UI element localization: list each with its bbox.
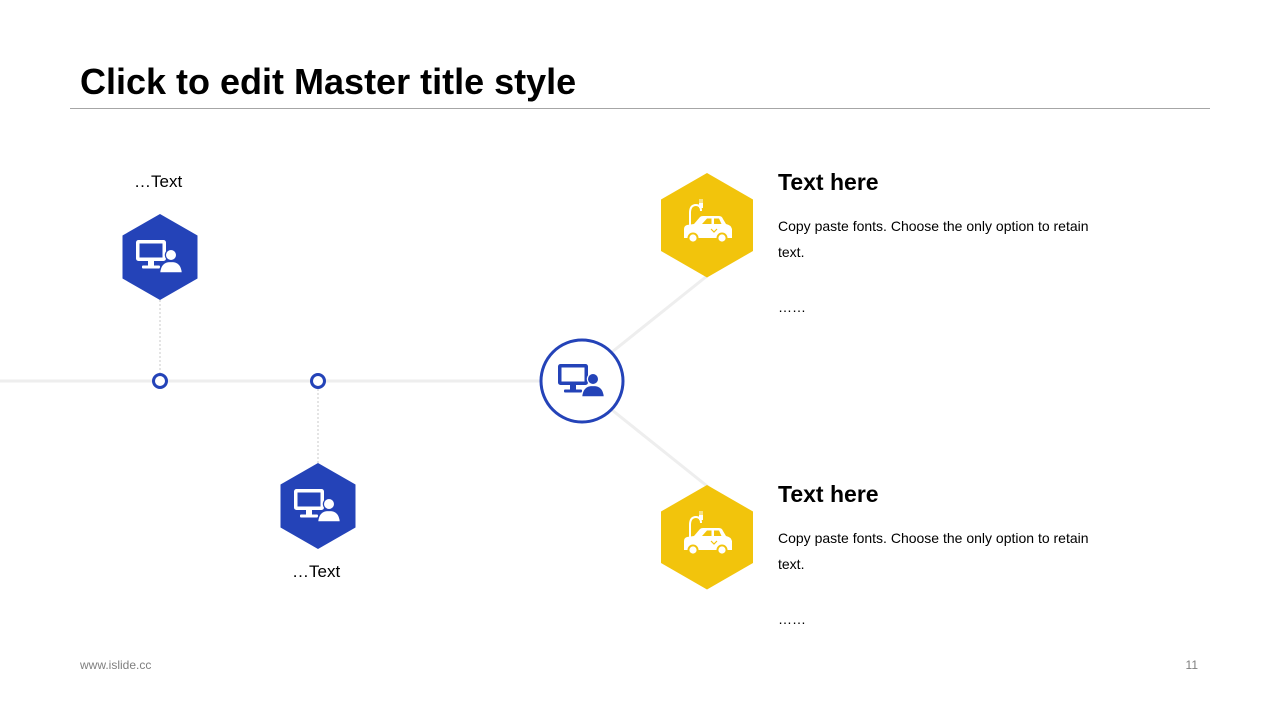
- item-1-heading[interactable]: Text here: [778, 168, 879, 196]
- lower-node-label[interactable]: …Text: [292, 562, 340, 582]
- node-upper[interactable]: [122, 214, 198, 300]
- item-2-ellipsis[interactable]: ……: [778, 610, 806, 628]
- item-1-body[interactable]: Copy paste fonts. Choose the only option…: [778, 213, 1118, 265]
- timeline-marker-1[interactable]: [152, 373, 168, 389]
- timeline-diagram: [0, 173, 753, 590]
- node-lower[interactable]: [280, 463, 356, 549]
- item-2-heading[interactable]: Text here: [778, 480, 879, 508]
- branch-line-upper: [611, 270, 713, 354]
- item-1-ellipsis[interactable]: ……: [778, 298, 806, 316]
- timeline-marker-2[interactable]: [310, 373, 326, 389]
- slide: Click to edit Master title style …Text ……: [0, 0, 1280, 720]
- item-1-node[interactable]: [661, 173, 753, 278]
- upper-node-label[interactable]: …Text: [134, 172, 182, 192]
- footer-website: www.islide.cc: [80, 658, 152, 672]
- item-2-body[interactable]: Copy paste fonts. Choose the only option…: [778, 525, 1118, 577]
- item-2-node[interactable]: [661, 485, 753, 590]
- hub-node[interactable]: [539, 338, 625, 424]
- page-number: 11: [1185, 658, 1198, 672]
- branch-line-lower: [611, 408, 713, 492]
